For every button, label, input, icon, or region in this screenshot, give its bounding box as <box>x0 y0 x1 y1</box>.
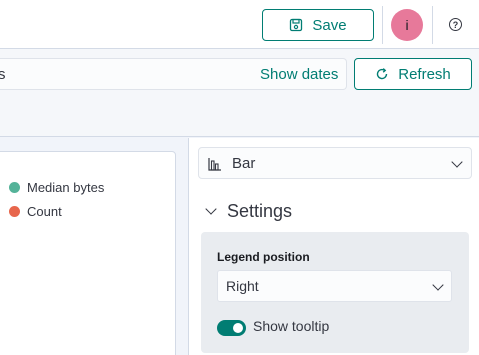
query-input[interactable]: s Show dates <box>0 58 347 90</box>
chevron-down-icon <box>432 279 444 291</box>
settings-title: Settings <box>227 201 293 221</box>
header-divider <box>382 6 383 44</box>
legend-swatch <box>9 206 20 217</box>
bar-chart-icon <box>208 158 221 171</box>
show-dates-link[interactable]: Show dates <box>260 66 338 83</box>
legend-swatch <box>9 182 20 193</box>
query-text: s <box>0 66 6 83</box>
legend-label: Median bytes <box>27 180 105 195</box>
help-icon[interactable]: ? <box>449 18 462 31</box>
switch-knob <box>233 323 243 333</box>
settings-accordion-toggle[interactable]: Settings <box>205 201 293 222</box>
legend-item-count[interactable]: Count <box>9 204 62 219</box>
refresh-icon <box>377 68 388 80</box>
save-icon <box>290 18 303 32</box>
chevron-down-icon <box>205 202 217 215</box>
chart-type-select[interactable]: Bar <box>198 147 472 179</box>
top-header: Save i ? <box>0 0 479 49</box>
header-divider <box>432 6 433 44</box>
user-avatar[interactable]: i <box>391 9 423 41</box>
visualization-settings-panel: Bar Settings Legend position Right Show … <box>188 138 479 355</box>
legend-item-median-bytes[interactable]: Median bytes <box>9 180 104 195</box>
refresh-button-label: Refresh <box>398 65 451 83</box>
legend-label: Count <box>27 204 62 219</box>
show-tooltip-label: Show tooltip <box>253 318 330 334</box>
settings-section: Legend position Right Show tooltip <box>201 232 469 353</box>
chevron-down-icon <box>451 156 463 168</box>
refresh-button[interactable]: Refresh <box>354 58 472 90</box>
chart-type-value: Bar <box>232 155 256 172</box>
chart-panel: Median bytes Count <box>0 151 176 355</box>
save-button[interactable]: Save <box>262 9 374 41</box>
legend-position-label: Legend position <box>217 250 310 264</box>
show-tooltip-switch[interactable] <box>217 320 246 336</box>
legend-position-value: Right <box>226 278 259 294</box>
legend-position-select[interactable]: Right <box>217 270 452 302</box>
save-button-label: Save <box>312 16 347 34</box>
avatar-initial: i <box>405 17 409 33</box>
